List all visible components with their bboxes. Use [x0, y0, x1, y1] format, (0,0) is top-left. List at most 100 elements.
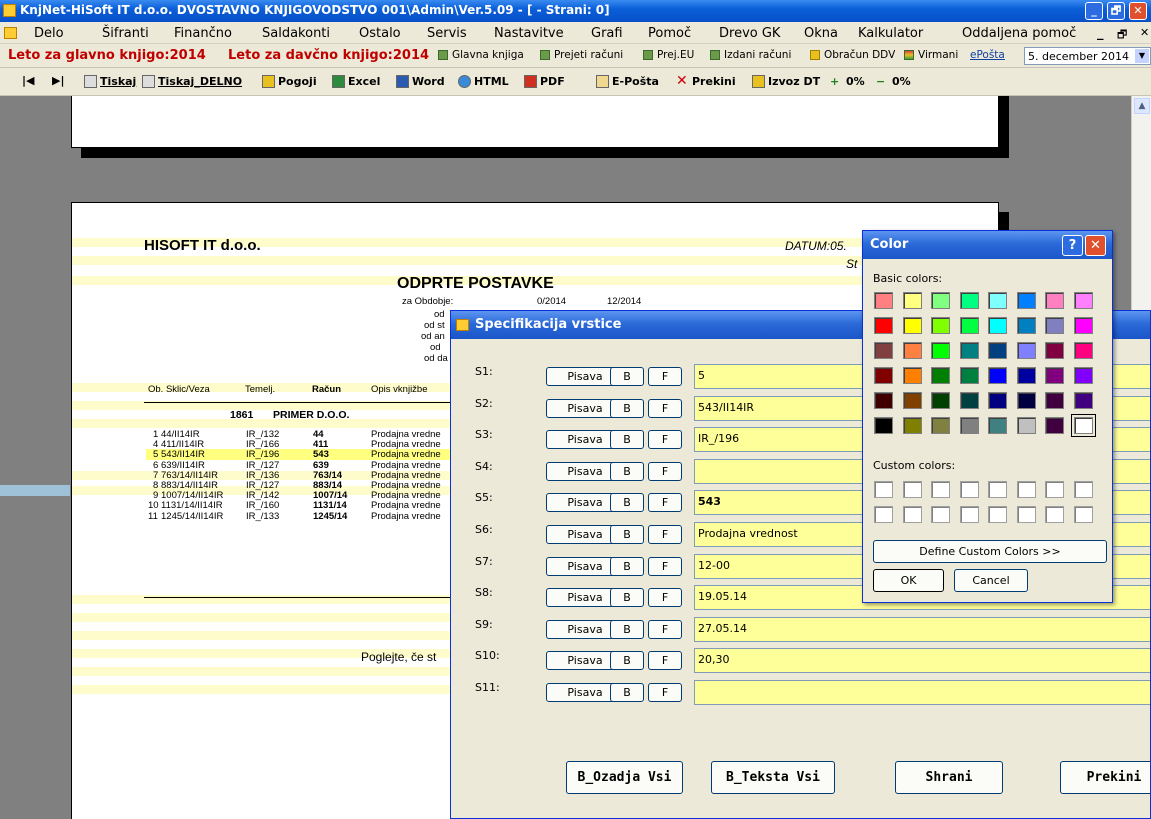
- basic-color-swatch[interactable]: [902, 417, 922, 434]
- basic-color-swatch[interactable]: [931, 342, 950, 359]
- basic-color-swatch[interactable]: [988, 292, 1007, 309]
- basic-color-swatch[interactable]: [1045, 317, 1064, 334]
- basic-color-swatch[interactable]: [1073, 367, 1093, 384]
- basic-color-swatch[interactable]: [902, 317, 922, 334]
- menu-sifranti[interactable]: Šifranti: [102, 26, 149, 41]
- mdi-restore-button[interactable]: 🗗: [1117, 26, 1127, 45]
- basic-color-swatch[interactable]: [874, 367, 893, 384]
- link-izdani-racuni[interactable]: Izdani računi: [710, 49, 791, 61]
- menu-financno[interactable]: Finančno: [174, 26, 232, 41]
- basic-color-swatch[interactable]: [1016, 367, 1036, 384]
- window-title-bar[interactable]: KnjNet-HiSoft IT d.o.o. DVOSTAVNO KNJIGO…: [0, 0, 1151, 22]
- link-virmani[interactable]: Virmani: [904, 49, 958, 61]
- basic-color-swatch[interactable]: [1070, 414, 1096, 437]
- basic-color-swatch[interactable]: [1016, 392, 1036, 409]
- custom-color-swatch[interactable]: [902, 481, 922, 498]
- custom-color-swatch[interactable]: [1016, 481, 1036, 498]
- menu-grafi[interactable]: Grafi: [591, 26, 623, 41]
- link-glavna-knjiga[interactable]: Glavna knjiga: [438, 49, 524, 61]
- mdi-child-icon[interactable]: [4, 27, 17, 39]
- spec-row-value[interactable]: 20,30: [694, 648, 1150, 674]
- basic-color-swatch[interactable]: [1016, 342, 1036, 359]
- custom-color-swatch[interactable]: [1045, 506, 1064, 523]
- zoom-in-button[interactable]: +0%: [830, 75, 865, 88]
- basic-color-swatch[interactable]: [959, 417, 979, 434]
- last-page-icon[interactable]: ▶|: [52, 74, 64, 87]
- custom-color-swatch[interactable]: [1045, 481, 1064, 498]
- link-eposta[interactable]: ePošta: [970, 49, 1005, 61]
- menu-kalkulator[interactable]: Kalkulator: [858, 26, 923, 41]
- basic-color-swatch[interactable]: [988, 392, 1007, 409]
- custom-color-swatch[interactable]: [931, 506, 950, 523]
- basic-color-swatch[interactable]: [959, 367, 979, 384]
- bold-color-button[interactable]: B: [610, 588, 644, 608]
- bold-color-button[interactable]: B: [610, 556, 644, 576]
- font-color-button[interactable]: F: [648, 651, 682, 671]
- basic-color-swatch[interactable]: [902, 342, 922, 359]
- custom-color-swatch[interactable]: [902, 506, 922, 523]
- basic-color-swatch[interactable]: [1016, 317, 1036, 334]
- custom-color-swatch[interactable]: [874, 481, 893, 498]
- basic-color-swatch[interactable]: [874, 342, 893, 359]
- maximize-button[interactable]: 🗗: [1107, 2, 1125, 20]
- menu-oddaljena-pomoc[interactable]: Oddaljena pomoč: [962, 26, 1076, 41]
- font-color-button[interactable]: F: [648, 493, 682, 513]
- bold-color-button[interactable]: B: [610, 619, 644, 639]
- custom-color-swatch[interactable]: [988, 481, 1007, 498]
- basic-color-swatch[interactable]: [874, 292, 893, 309]
- basic-color-swatch[interactable]: [931, 317, 950, 334]
- basic-color-swatch[interactable]: [931, 367, 950, 384]
- custom-color-swatch[interactable]: [988, 506, 1007, 523]
- custom-color-swatch[interactable]: [959, 506, 979, 523]
- mdi-close-button[interactable]: ✕: [1140, 26, 1149, 39]
- font-color-button[interactable]: F: [648, 461, 682, 481]
- basic-color-swatch[interactable]: [988, 317, 1007, 334]
- ok-button[interactable]: OK: [873, 569, 944, 592]
- bold-color-button[interactable]: B: [610, 493, 644, 513]
- menu-okna[interactable]: Okna: [804, 26, 838, 41]
- basic-color-swatch[interactable]: [931, 292, 950, 309]
- basic-color-swatch[interactable]: [959, 392, 979, 409]
- basic-color-swatch[interactable]: [1073, 342, 1093, 359]
- color-close-button[interactable]: ✕: [1085, 235, 1106, 256]
- custom-color-swatch[interactable]: [931, 481, 950, 498]
- font-color-button[interactable]: F: [648, 525, 682, 544]
- link-obracun-ddv[interactable]: Obračun DDV: [810, 49, 895, 61]
- bold-color-button[interactable]: B: [610, 398, 644, 418]
- bold-color-button[interactable]: B: [610, 683, 644, 702]
- basic-color-swatch[interactable]: [1073, 392, 1093, 409]
- pogoji-button[interactable]: Pogoji: [262, 75, 317, 88]
- define-custom-colors-button[interactable]: Define Custom Colors >>: [873, 540, 1107, 563]
- cancel-button[interactable]: Prekini: [1060, 761, 1150, 794]
- basic-color-swatch[interactable]: [931, 417, 950, 434]
- font-color-button[interactable]: F: [648, 556, 682, 576]
- menu-servis[interactable]: Servis: [427, 26, 467, 41]
- custom-color-swatch[interactable]: [959, 481, 979, 498]
- basic-color-swatch[interactable]: [959, 317, 979, 334]
- basic-color-swatch[interactable]: [1045, 417, 1064, 434]
- excel-button[interactable]: Excel: [332, 75, 380, 88]
- minimize-button[interactable]: _: [1085, 2, 1103, 20]
- text-all-button[interactable]: B_Teksta Vsi: [711, 761, 835, 794]
- font-color-button[interactable]: F: [648, 398, 682, 418]
- spec-row-value[interactable]: 27.05.14: [694, 616, 1150, 642]
- color-cancel-button[interactable]: Cancel: [954, 569, 1028, 592]
- bold-color-button[interactable]: B: [610, 461, 644, 481]
- menu-nastavitve[interactable]: Nastavitve: [494, 26, 564, 41]
- save-button[interactable]: Shrani: [895, 761, 1003, 794]
- date-picker[interactable]: 5. december 2014 ▼: [1024, 47, 1151, 65]
- menu-drevo-gk[interactable]: Drevo GK: [719, 26, 780, 41]
- bold-color-button[interactable]: B: [610, 651, 644, 671]
- menu-delo[interactable]: Delo: [34, 26, 64, 41]
- custom-color-swatch[interactable]: [1073, 481, 1093, 498]
- basic-color-swatch[interactable]: [988, 417, 1007, 434]
- basic-color-swatch[interactable]: [988, 367, 1007, 384]
- menu-ostalo[interactable]: Ostalo: [359, 26, 401, 41]
- pdf-button[interactable]: PDF: [524, 75, 565, 88]
- bold-color-button[interactable]: B: [610, 430, 644, 450]
- basic-color-swatch[interactable]: [1016, 417, 1036, 434]
- tiskaj-button[interactable]: Tiskaj: [84, 75, 136, 88]
- zoom-out-button[interactable]: −0%: [876, 75, 911, 88]
- chevron-down-icon[interactable]: ▼: [1135, 49, 1149, 63]
- color-dialog-title-bar[interactable]: Color ? ✕: [863, 231, 1112, 259]
